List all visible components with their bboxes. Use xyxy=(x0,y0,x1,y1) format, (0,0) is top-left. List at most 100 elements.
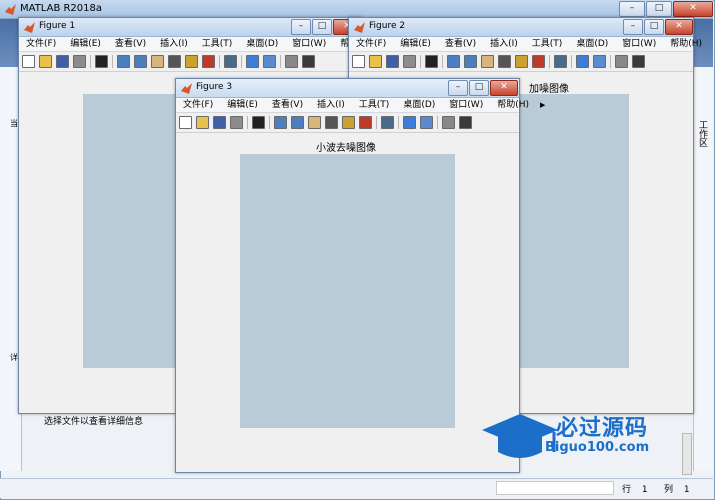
data-cursor-icon[interactable] xyxy=(515,55,528,68)
figure-2-controls: – □ ✕ xyxy=(623,19,693,35)
figure-1-title: Figure 1 xyxy=(39,21,76,31)
maximize-button[interactable]: □ xyxy=(312,19,332,35)
save-icon[interactable] xyxy=(56,55,69,68)
colorbar-icon[interactable] xyxy=(576,55,589,68)
minimize-button[interactable]: – xyxy=(448,80,468,96)
menu-edit[interactable]: 编辑(E) xyxy=(393,37,438,51)
menu-window[interactable]: 窗口(W) xyxy=(615,37,663,51)
menu-insert[interactable]: 插入(I) xyxy=(153,37,195,51)
toolbar-separator xyxy=(442,55,443,68)
data-cursor-icon[interactable] xyxy=(342,116,355,129)
figure-3-menubar: 文件(F) 编辑(E) 查看(V) 插入(I) 工具(T) 桌面(D) 窗口(W… xyxy=(176,98,545,113)
original-image: 电导1604 2 xyxy=(83,94,179,368)
menu-edit[interactable]: 编辑(E) xyxy=(220,98,265,112)
pan-hand-icon[interactable] xyxy=(308,116,321,129)
open-folder-icon[interactable] xyxy=(369,55,382,68)
close-button[interactable]: ✕ xyxy=(490,80,518,96)
status-field xyxy=(496,481,614,495)
menu-tools[interactable]: 工具(T) xyxy=(525,37,570,51)
menu-edit[interactable]: 编辑(E) xyxy=(63,37,108,51)
matlab-logo-icon xyxy=(5,4,16,15)
close-button[interactable]: ✕ xyxy=(673,1,713,17)
menu-tools[interactable]: 工具(T) xyxy=(195,37,240,51)
menu-desktop[interactable]: 桌面(D) xyxy=(569,37,615,51)
status-col-value: 1 xyxy=(683,485,690,495)
brush-icon[interactable] xyxy=(202,55,215,68)
pointer-icon[interactable] xyxy=(425,55,438,68)
open-folder-icon[interactable] xyxy=(39,55,52,68)
zoom-in-icon[interactable] xyxy=(117,55,130,68)
menu-help[interactable]: 帮助(H) xyxy=(663,37,709,51)
maximize-button[interactable]: □ xyxy=(646,1,672,17)
minimize-button[interactable]: – xyxy=(619,1,645,17)
menu-desktop[interactable]: 桌面(D) xyxy=(239,37,285,51)
menu-insert[interactable]: 插入(I) xyxy=(310,98,352,112)
menu-insert[interactable]: 插入(I) xyxy=(483,37,525,51)
workspace-label[interactable]: 工作区 xyxy=(697,120,709,147)
show-plot-icon[interactable] xyxy=(302,55,315,68)
pointer-icon[interactable] xyxy=(252,116,265,129)
zoom-out-icon[interactable] xyxy=(134,55,147,68)
minimize-button[interactable]: – xyxy=(623,19,643,35)
figure-3-window[interactable]: Figure 3 – □ ✕ 文件(F) 编辑(E) 查看(V) 插入(I) 工… xyxy=(175,78,545,473)
rotate-icon[interactable] xyxy=(325,116,338,129)
minimize-button[interactable]: – xyxy=(291,19,311,35)
brush-icon[interactable] xyxy=(359,116,372,129)
menu-file[interactable]: 文件(F) xyxy=(176,98,220,112)
colorbar-icon[interactable] xyxy=(403,116,416,129)
show-plot-icon[interactable] xyxy=(459,116,472,129)
menu-window[interactable]: 窗口(W) xyxy=(442,98,490,112)
print-icon[interactable] xyxy=(230,116,243,129)
status-row-label: 行 xyxy=(622,485,632,495)
zoom-out-icon[interactable] xyxy=(291,116,304,129)
save-icon[interactable] xyxy=(213,116,226,129)
menu-view[interactable]: 查看(V) xyxy=(265,98,310,112)
graduation-cap-icon xyxy=(482,414,558,458)
print-icon[interactable] xyxy=(73,55,86,68)
show-plot-icon[interactable] xyxy=(632,55,645,68)
figure-3-title: Figure 3 xyxy=(196,82,233,92)
save-icon[interactable] xyxy=(386,55,399,68)
link-icon[interactable] xyxy=(554,55,567,68)
toolbar-separator xyxy=(376,116,377,129)
menu-file[interactable]: 文件(F) xyxy=(349,37,393,51)
hide-plot-icon[interactable] xyxy=(615,55,628,68)
menu-file[interactable]: 文件(F) xyxy=(19,37,63,51)
legend-icon[interactable] xyxy=(263,55,276,68)
open-folder-icon[interactable] xyxy=(196,116,209,129)
pan-hand-icon[interactable] xyxy=(481,55,494,68)
hide-plot-icon[interactable] xyxy=(285,55,298,68)
new-file-icon[interactable] xyxy=(179,116,192,129)
zoom-in-icon[interactable] xyxy=(447,55,460,68)
hide-plot-icon[interactable] xyxy=(442,116,455,129)
rotate-icon[interactable] xyxy=(498,55,511,68)
data-cursor-icon[interactable] xyxy=(185,55,198,68)
legend-icon[interactable] xyxy=(420,116,433,129)
maximize-button[interactable]: □ xyxy=(469,80,489,96)
figure-3-plot-title: 小波去噪图像 xyxy=(316,143,376,154)
pointer-icon[interactable] xyxy=(95,55,108,68)
maximize-button[interactable]: □ xyxy=(644,19,664,35)
new-file-icon[interactable] xyxy=(22,55,35,68)
pan-hand-icon[interactable] xyxy=(151,55,164,68)
colorbar-icon[interactable] xyxy=(246,55,259,68)
scene-left-crop: 电导1604 2 xyxy=(83,94,179,368)
brush-icon[interactable] xyxy=(532,55,545,68)
new-file-icon[interactable] xyxy=(352,55,365,68)
close-button[interactable]: ✕ xyxy=(665,19,693,35)
figure-1-toolbar xyxy=(19,52,361,72)
menu-tools[interactable]: 工具(T) xyxy=(352,98,397,112)
link-icon[interactable] xyxy=(381,116,394,129)
legend-icon[interactable] xyxy=(593,55,606,68)
menu-desktop[interactable]: 桌面(D) xyxy=(396,98,442,112)
menu-help[interactable]: 帮助(H) xyxy=(490,98,536,112)
rotate-icon[interactable] xyxy=(168,55,181,68)
dock-arrow-icon[interactable]: ▶ xyxy=(536,98,549,112)
zoom-out-icon[interactable] xyxy=(464,55,477,68)
menu-view[interactable]: 查看(V) xyxy=(108,37,153,51)
link-icon[interactable] xyxy=(224,55,237,68)
print-icon[interactable] xyxy=(403,55,416,68)
menu-window[interactable]: 窗口(W) xyxy=(285,37,333,51)
menu-view[interactable]: 查看(V) xyxy=(438,37,483,51)
zoom-in-icon[interactable] xyxy=(274,116,287,129)
